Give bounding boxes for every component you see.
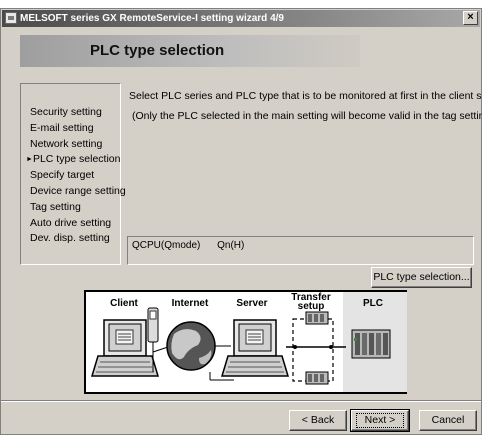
page-banner: PLC type selection bbox=[20, 35, 360, 67]
wizard-step-label: Security setting bbox=[30, 106, 102, 118]
wizard-step-item: Device range setting bbox=[21, 184, 126, 200]
back-button[interactable]: < Back bbox=[289, 410, 347, 431]
wizard-step-label: Device range setting bbox=[30, 184, 126, 197]
wizard-step-label: Network setting bbox=[30, 137, 103, 150]
window-title: MELSOFT series GX RemoteService-I settin… bbox=[20, 13, 284, 24]
diagram-label-plc: PLC bbox=[363, 298, 383, 309]
title-bar: MELSOFT series GX RemoteService-I settin… bbox=[2, 10, 480, 27]
transfer-setup-icon bbox=[292, 311, 334, 385]
wizard-steps-list: Security setting E-mail setting Network se… bbox=[21, 105, 126, 247]
wizard-step-item: Tag setting bbox=[21, 200, 120, 216]
wizard-step-item: ►PLC type selection bbox=[21, 152, 121, 168]
wizard-step-label: E-mail setting bbox=[30, 121, 94, 134]
footer-separator bbox=[1, 400, 481, 402]
wizard-step-item: Network setting bbox=[21, 137, 120, 153]
cancel-button[interactable]: Cancel bbox=[419, 410, 477, 431]
wizard-step-item: Dev. disp. setting bbox=[21, 231, 120, 247]
current-step-marker-icon: ► bbox=[26, 156, 33, 164]
wizard-step-label: Dev. disp. setting bbox=[30, 232, 110, 245]
wizard-step-item: E-mail setting bbox=[21, 121, 120, 137]
next-button[interactable]: Next > bbox=[350, 409, 410, 432]
diagram-label-internet: Internet bbox=[171, 298, 209, 309]
selected-plc-type: Qn(H) bbox=[217, 240, 245, 251]
page-title: PLC type selection bbox=[90, 42, 225, 59]
wizard-steps-panel: Security setting E-mail setting Network se… bbox=[20, 83, 126, 265]
close-button[interactable]: × bbox=[463, 11, 478, 25]
wizard-step-label: Auto drive setting bbox=[30, 216, 112, 229]
wizard-step-label: Specify target bbox=[30, 169, 95, 182]
plc-type-selection-button[interactable]: PLC type selection... bbox=[371, 267, 472, 288]
selected-plc-display: QCPU(Qmode) Qn(H) bbox=[127, 236, 474, 265]
selected-plc-model: QCPU(Qmode) bbox=[132, 240, 201, 251]
server-laptop-icon bbox=[220, 319, 290, 377]
app-icon bbox=[5, 12, 17, 24]
plc-unit-icon bbox=[351, 329, 391, 359]
wizard-step-label: PLC type selection bbox=[32, 153, 121, 166]
wizard-step-item: Specify target bbox=[21, 168, 120, 184]
description-line-2: (Only the PLC selected in the main setti… bbox=[132, 110, 482, 122]
wizard-step-item: Auto drive setting bbox=[21, 216, 120, 232]
wizard-step-item: Security setting bbox=[21, 105, 120, 121]
description-line-1: Select PLC series and PLC type that is t… bbox=[129, 90, 482, 102]
diagram-label-client: Client bbox=[110, 298, 138, 309]
system-diagram: Client Internet Server Transfer setup PL… bbox=[84, 290, 407, 394]
diagram-label-server: Server bbox=[236, 298, 268, 309]
wizard-step-label: Tag setting bbox=[30, 200, 81, 213]
diagram-label-setup: setup bbox=[297, 301, 325, 312]
wizard-window: MELSOFT series GX RemoteService-I settin… bbox=[0, 8, 482, 435]
next-button-label: Next > bbox=[355, 413, 405, 428]
